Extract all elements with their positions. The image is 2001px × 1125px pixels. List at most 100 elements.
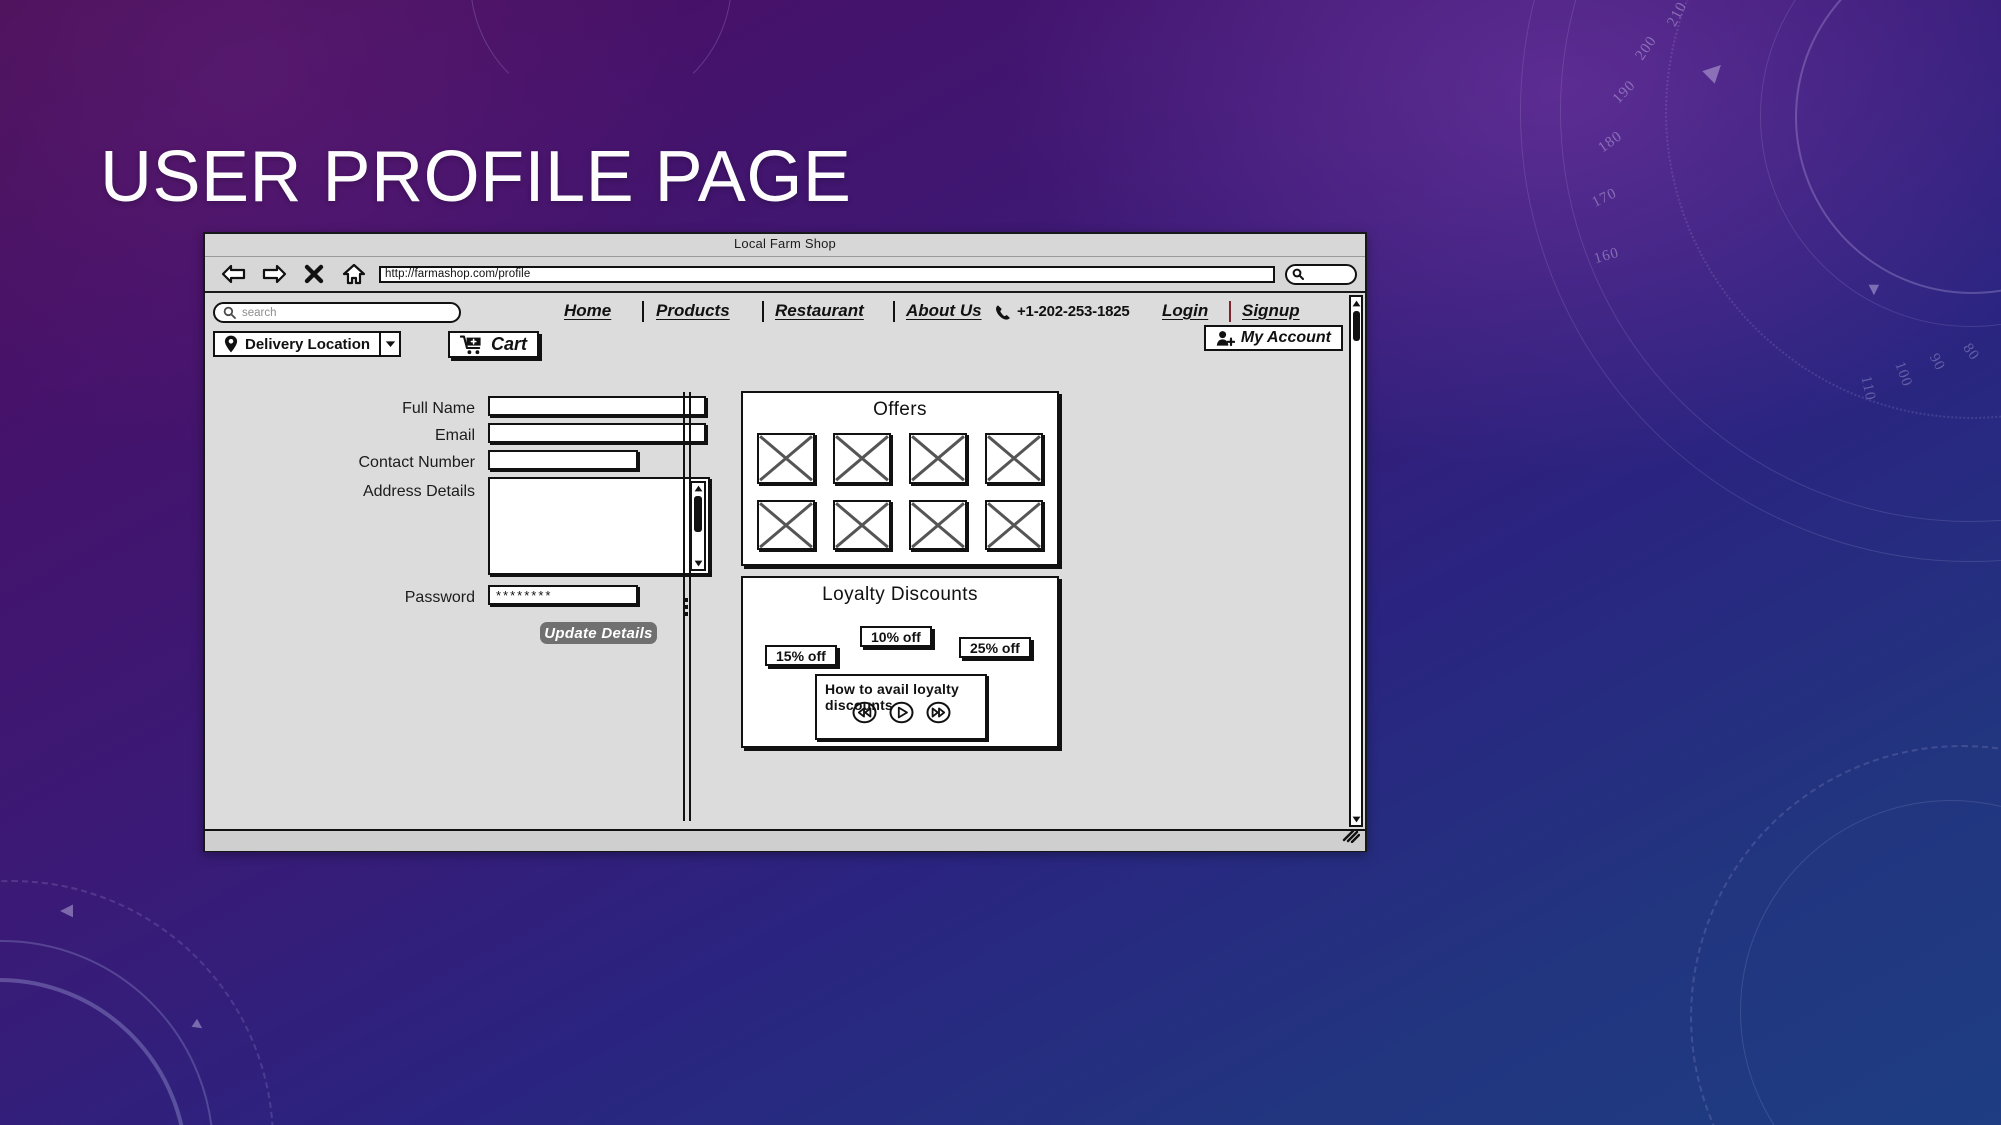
deco-degree-200: 200 — [1632, 33, 1661, 64]
page-scroll-down-icon[interactable] — [1351, 813, 1361, 825]
discount-chip-10[interactable]: 10% off — [860, 626, 932, 647]
deco-degree-170: 170 — [1589, 185, 1620, 211]
deco-ring-bl-inner — [0, 978, 188, 1125]
deco-degree-180: 180 — [1595, 128, 1626, 157]
nav-link-products[interactable]: Products — [656, 301, 730, 321]
discount-chip-15[interactable]: 15% off — [765, 645, 837, 666]
nav-separator-4 — [1229, 301, 1231, 322]
location-pin-icon — [224, 335, 238, 353]
play-icon[interactable] — [889, 700, 914, 730]
page-scrollbar[interactable] — [1349, 295, 1363, 827]
deco-ring-tl — [470, 0, 732, 112]
nav-link-home[interactable]: Home — [564, 301, 611, 321]
image-placeholder-icon[interactable] — [833, 499, 891, 550]
user-add-icon — [1216, 330, 1235, 346]
video-controls — [817, 700, 985, 730]
nav-separator-2 — [762, 301, 764, 322]
deco-arrow-bl-icon: ► — [186, 1014, 210, 1038]
image-placeholder-icon[interactable] — [757, 433, 815, 484]
field-label-password: Password — [404, 589, 475, 606]
phone-icon — [994, 303, 1013, 327]
window-titlebar: Local Farm Shop — [205, 234, 1365, 257]
site-navigation: search Home Products Restaurant About Us… — [205, 293, 1349, 365]
field-label-address-details: Address Details — [362, 483, 475, 500]
field-label-email: Email — [434, 427, 475, 444]
phone-number: +1-202-253-1825 — [1017, 303, 1130, 320]
nav-link-about-us[interactable]: About Us — [906, 301, 982, 321]
address-details-textarea[interactable] — [488, 477, 710, 575]
pane-splitter[interactable] — [683, 392, 691, 821]
deco-ring-arc — [1795, 0, 2001, 294]
fast-forward-icon[interactable] — [926, 700, 951, 730]
delivery-location-select[interactable]: Delivery Location — [213, 331, 402, 357]
image-placeholder-icon[interactable] — [909, 499, 967, 550]
forward-arrow-icon[interactable] — [259, 261, 289, 287]
search-input[interactable]: search — [213, 302, 461, 323]
image-placeholder-icon[interactable] — [985, 433, 1043, 484]
image-placeholder-icon[interactable] — [985, 499, 1043, 550]
page-viewport: search Home Products Restaurant About Us… — [205, 293, 1349, 829]
scroll-down-icon[interactable] — [692, 558, 704, 569]
textarea-scrollbar[interactable] — [690, 481, 706, 571]
nav-separator-1 — [642, 301, 644, 322]
chrome-search-box[interactable] — [1285, 263, 1357, 285]
deco-ring-outer — [1520, 0, 2001, 562]
field-label-contact-number: Contact Number — [358, 454, 476, 471]
browser-chrome: http://farmashop.com/profile — [205, 257, 1365, 293]
content-split: Full Name Email Contact Number Address D… — [205, 365, 1349, 829]
deco-caret-down-icon: ▼ — [1865, 279, 1883, 299]
deco-caret-icon: ▲ — [1693, 48, 1738, 93]
delivery-location-main[interactable]: Delivery Location — [213, 331, 382, 357]
url-bar[interactable]: http://farmashop.com/profile — [379, 265, 1275, 283]
deco-degree-100: 100 — [1891, 359, 1916, 390]
scroll-up-icon[interactable] — [692, 483, 704, 494]
offers-grid — [757, 433, 1043, 550]
full-name-input[interactable] — [488, 396, 706, 416]
page-scroll-up-icon[interactable] — [1351, 297, 1361, 309]
deco-degree-190: 190 — [1609, 77, 1640, 107]
email-input[interactable] — [488, 423, 706, 443]
nav-link-login[interactable]: Login — [1162, 301, 1208, 321]
update-details-button[interactable]: Update Details — [540, 622, 657, 644]
rewind-icon[interactable] — [852, 700, 877, 730]
nav-link-restaurant[interactable]: Restaurant — [775, 301, 864, 321]
image-placeholder-icon[interactable] — [757, 499, 815, 550]
deco-degree-210: 210 — [1664, 0, 1691, 30]
page-scroll-thumb[interactable] — [1353, 311, 1360, 341]
presentation-slide: 210 200 190 180 170 160 110 100 90 80 ▲ … — [0, 0, 2001, 1125]
loyalty-panel: Loyalty Discounts 15% off 10% off 25% of… — [741, 576, 1059, 748]
cart-button[interactable]: Cart — [448, 331, 540, 358]
deco-ring-br — [1740, 800, 2001, 1125]
close-x-icon[interactable] — [299, 261, 329, 287]
nav-separator-3 — [893, 301, 895, 322]
offers-title: Offers — [873, 399, 927, 420]
search-placeholder: search — [242, 306, 277, 319]
nav-link-signup[interactable]: Signup — [1242, 301, 1300, 321]
contact-number-input[interactable] — [488, 450, 638, 470]
password-input[interactable]: ******** — [488, 585, 638, 605]
deco-arrow-left-icon: ▲ — [52, 900, 78, 922]
image-placeholder-icon[interactable] — [833, 433, 891, 484]
chevron-down-icon[interactable] — [381, 331, 402, 357]
right-panels: Offers Loyalty Discounts 15% off 10% off… — [705, 365, 1341, 829]
search-icon — [1292, 268, 1304, 280]
deco-degree-80: 80 — [1959, 340, 1983, 364]
search-icon — [223, 306, 236, 319]
home-icon[interactable] — [339, 261, 369, 287]
deco-ring-bl-dashed — [0, 880, 274, 1125]
splitter-grip[interactable] — [684, 597, 688, 616]
loyalty-title: Loyalty Discounts — [822, 584, 978, 605]
url-text: http://farmashop.com/profile — [385, 268, 531, 280]
profile-form: Full Name Email Contact Number Address D… — [205, 365, 710, 829]
window-title: Local Farm Shop — [734, 236, 836, 251]
deco-ring-bl-outer — [0, 940, 214, 1125]
page-title: USER PROFILE PAGE — [100, 137, 852, 217]
textarea-scroll-thumb[interactable] — [694, 496, 702, 532]
discount-chip-25[interactable]: 25% off — [959, 637, 1031, 658]
image-placeholder-icon[interactable] — [909, 433, 967, 484]
back-arrow-icon[interactable] — [219, 261, 249, 287]
loyalty-video-player[interactable]: How to avail loyalty discounts — [815, 674, 987, 740]
deco-degree-ticks — [1490, 0, 2001, 570]
my-account-button[interactable]: My Account — [1203, 325, 1343, 351]
resize-grip-icon[interactable] — [1342, 829, 1361, 848]
